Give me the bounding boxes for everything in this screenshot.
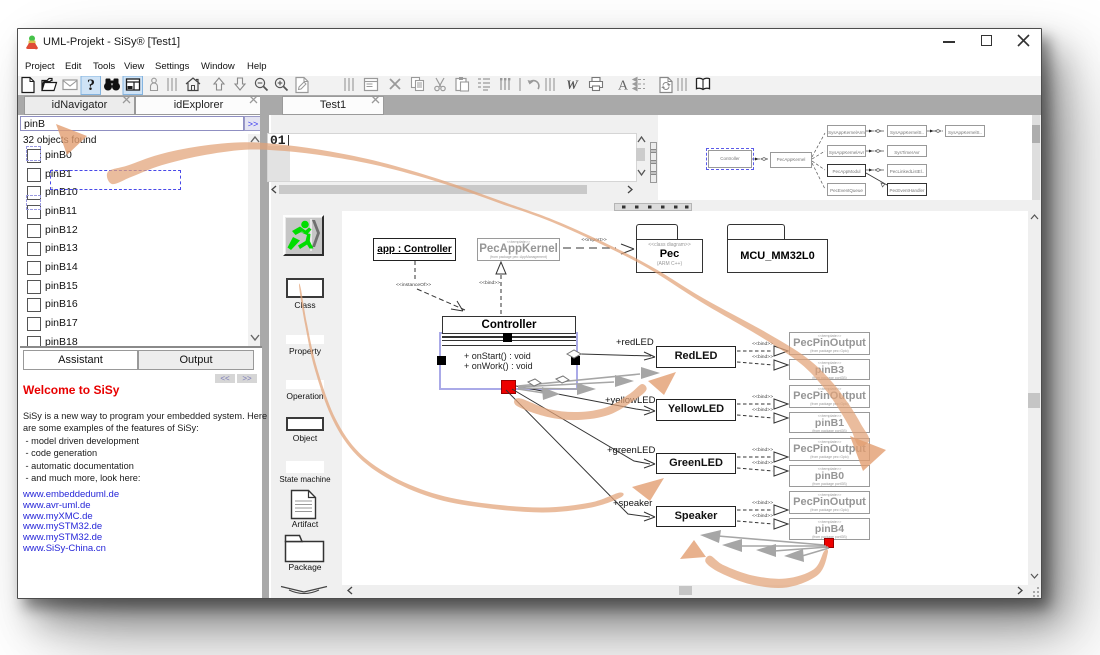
svg-text:?: ? (87, 77, 95, 94)
svg-text:W: W (566, 77, 579, 92)
svg-text:A: A (618, 79, 629, 94)
